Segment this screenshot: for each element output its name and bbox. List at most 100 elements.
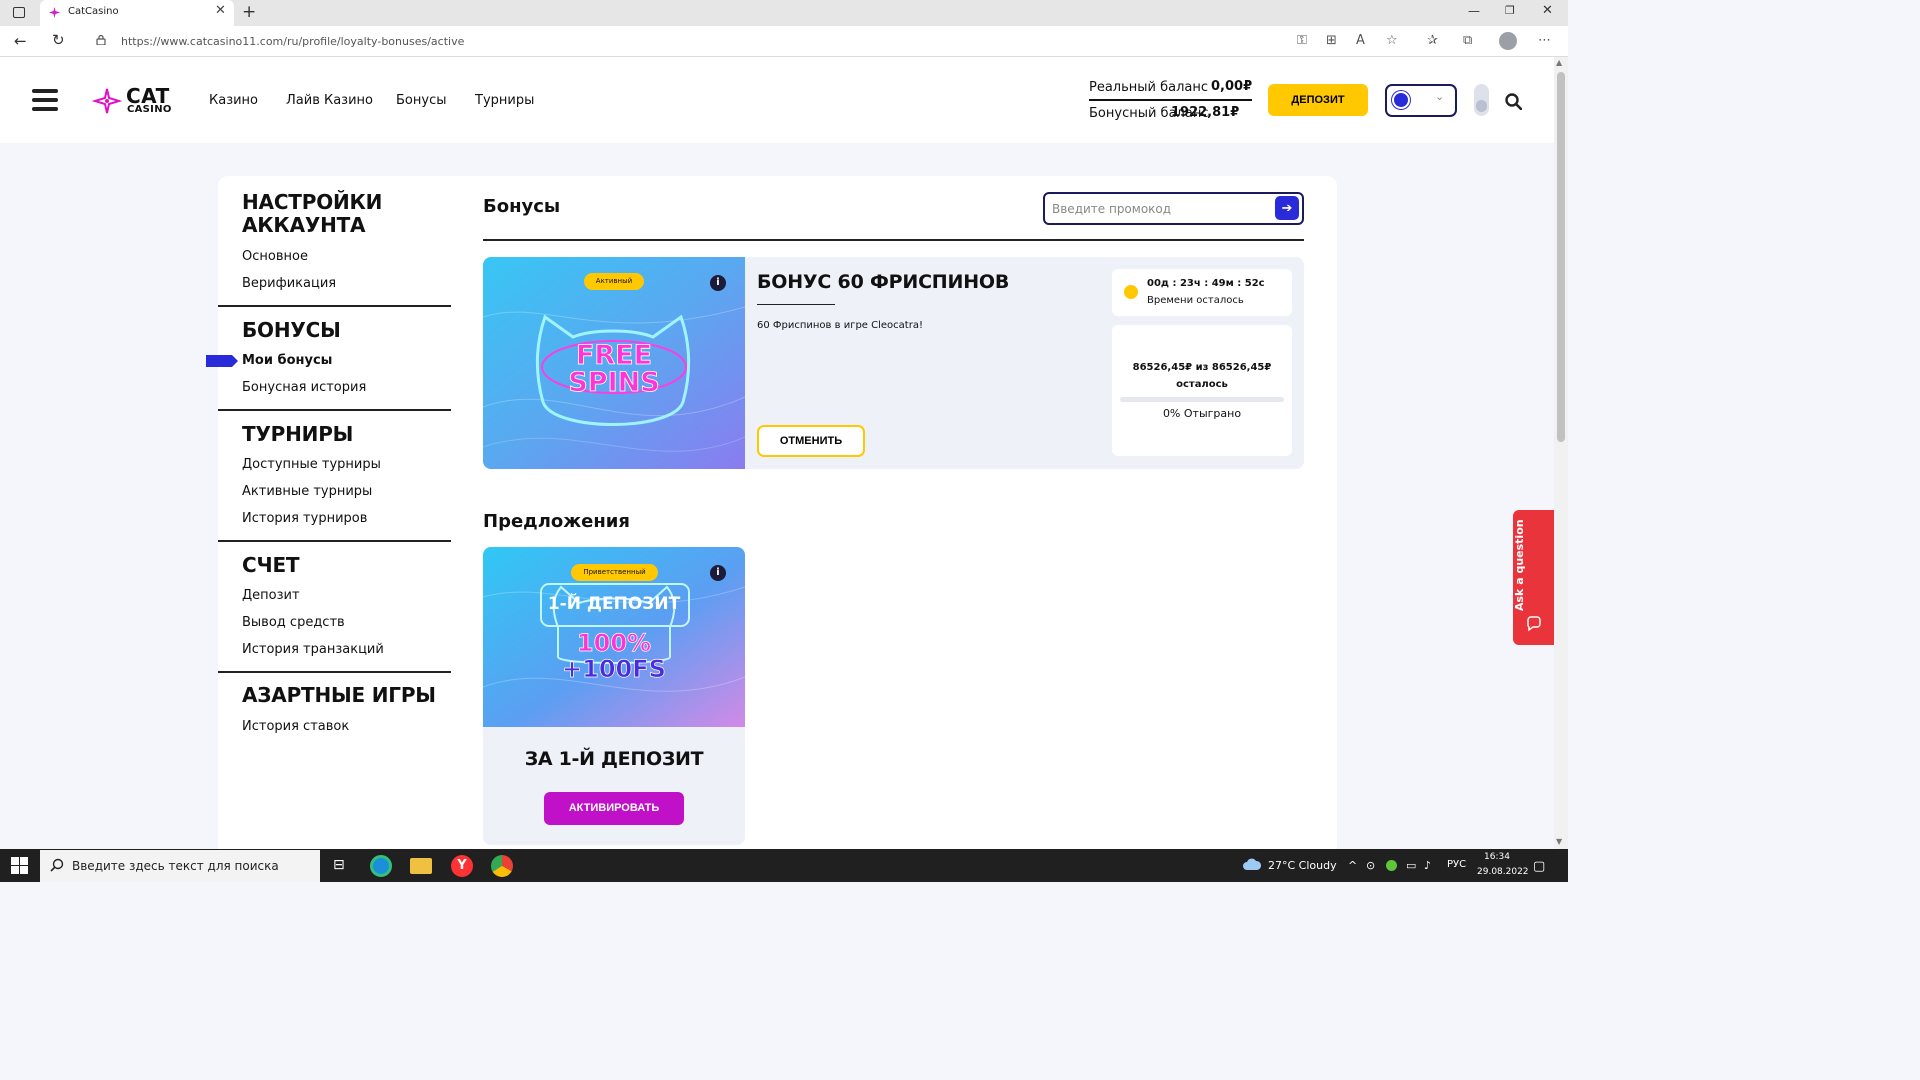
window-close-icon[interactable]: ✕ <box>1542 3 1553 18</box>
wager-amount: 86526,45₽ из 86526,45₽ осталось <box>1117 359 1287 393</box>
sidebar-item-bet-history[interactable]: История ставок <box>242 719 349 734</box>
taskbar-search-text[interactable]: Введите здесь текст для поиска <box>72 859 279 873</box>
clock-time[interactable]: 16:34 <box>1477 852 1517 862</box>
weather-text[interactable]: 27°C Cloudy <box>1268 859 1337 872</box>
deposit-button[interactable]: ДЕПОЗИТ <box>1268 84 1368 116</box>
yandex-browser-icon[interactable]: Y <box>451 855 473 877</box>
sidebar-divider <box>218 540 451 542</box>
scrollbar-thumb[interactable] <box>1557 72 1565 442</box>
wager-remaining-label: осталось <box>1176 379 1228 390</box>
browser-tabbar <box>0 0 1568 26</box>
welcome-badge: Приветственный <box>571 564 658 581</box>
volume-icon[interactable]: ♪ <box>1424 859 1431 872</box>
task-view-icon[interactable]: ⊟ <box>333 857 345 873</box>
nav-bonuses[interactable]: Бонусы <box>396 93 446 108</box>
clock-date[interactable]: 29.08.2022 <box>1477 867 1529 877</box>
real-balance-label: Реальный баланс <box>1089 80 1209 95</box>
tray-app-icon[interactable]: ⊙ <box>1366 859 1375 872</box>
notifications-icon[interactable]: ▢ <box>1533 859 1545 874</box>
chrome-icon[interactable] <box>491 855 513 877</box>
sidebar-item-available-tournaments[interactable]: Доступные турниры <box>242 457 381 472</box>
sidebar-divider <box>218 671 451 673</box>
search-icon[interactable] <box>1505 93 1522 110</box>
offers-title: Предложения <box>483 511 630 532</box>
offer-title: ЗА 1-Й ДЕПОЗИТ <box>524 748 704 770</box>
window-minimize-icon[interactable]: — <box>1468 4 1480 18</box>
read-aloud-icon[interactable]: A <box>1356 33 1365 48</box>
wager-amount-value: 86526,45₽ из 86526,45₽ <box>1132 362 1272 373</box>
sidebar-item-my-bonuses[interactable]: Мои бонусы <box>242 353 332 368</box>
collections-icon[interactable]: ⧉ <box>1463 33 1472 48</box>
language-flag-icon <box>1392 91 1410 109</box>
sidebar-item-withdrawal[interactable]: Вывод средств <box>242 615 345 630</box>
lock-icon[interactable] <box>96 34 106 45</box>
tab-close-icon[interactable]: ✕ <box>215 3 226 18</box>
sidebar-heading-account-settings: НАСТРОЙКИ АККАУНТА <box>242 190 383 237</box>
tab-title: CatCasino <box>68 6 119 17</box>
timer-box <box>1112 269 1292 316</box>
url-text[interactable]: https://www.catcasino11.com/ru/profile/l… <box>121 35 464 48</box>
favorites-icon[interactable]: ✰ <box>1427 33 1438 48</box>
wager-progress-bar <box>1120 397 1284 402</box>
tab-actions-icon[interactable] <box>13 7 25 18</box>
sidebar-divider <box>218 409 451 411</box>
active-status-badge: Активный <box>584 273 644 290</box>
back-icon[interactable]: ← <box>14 32 27 50</box>
input-language[interactable]: РУС <box>1447 859 1466 870</box>
sidebar-item-verification[interactable]: Верификация <box>242 276 336 291</box>
cancel-bonus-button[interactable]: ОТМЕНИТЬ <box>757 425 865 457</box>
sidebar-item-active-tournaments[interactable]: Активные турниры <box>242 484 372 499</box>
edge-icon[interactable] <box>370 855 392 877</box>
sidebar-heading-account: СЧЕТ <box>242 553 300 577</box>
windows-start-icon[interactable] <box>11 857 28 874</box>
title-divider <box>483 239 1304 241</box>
info-icon[interactable]: i <box>710 565 726 581</box>
window-restore-icon[interactable]: ❐ <box>1505 4 1515 17</box>
sidebar-item-general[interactable]: Основное <box>242 249 308 264</box>
tray-chevron-icon[interactable]: ^ <box>1348 859 1357 872</box>
nav-casino[interactable]: Казино <box>209 93 258 108</box>
scroll-up-icon[interactable]: ▲ <box>1556 58 1562 67</box>
chat-icon[interactable] <box>1526 616 1542 632</box>
activate-offer-button[interactable]: АКТИВИРОВАТЬ <box>544 792 684 825</box>
free-spins-image-text: SPINS <box>568 367 659 398</box>
profile-avatar-icon[interactable] <box>1499 32 1517 50</box>
menu-icon[interactable] <box>32 89 58 111</box>
sidebar-heading-gambling: АЗАРТНЫЕ ИГРЫ <box>242 683 436 707</box>
sidebar-divider <box>218 305 451 307</box>
timer-value: 00д : 23ч : 49м : 52с <box>1147 278 1265 289</box>
file-explorer-icon[interactable] <box>410 858 432 874</box>
cloud-icon <box>1243 858 1262 870</box>
promo-submit-button[interactable]: ➔ <box>1275 196 1299 220</box>
key-icon[interactable]: ⚿ <box>1297 33 1307 48</box>
clock-icon <box>1124 285 1138 299</box>
chevron-down-icon: ⌄ <box>1435 90 1445 103</box>
more-icon[interactable]: ⋯ <box>1538 33 1551 48</box>
real-balance-value: 0,00₽ <box>1211 79 1253 94</box>
bonus-balance-value: 1922,81₽ <box>1171 105 1240 120</box>
sidebar-item-transaction-history[interactable]: История транзакций <box>242 642 384 657</box>
reload-icon[interactable]: ↻ <box>52 31 65 49</box>
cat-casino-logo-icon[interactable] <box>92 86 122 116</box>
nav-live-casino[interactable]: Лайв Казино <box>286 93 373 108</box>
logo-subtext[interactable]: CASINO <box>127 104 172 115</box>
sidebar-item-tournament-history[interactable]: История турниров <box>242 511 367 526</box>
scroll-down-icon[interactable]: ▼ <box>1556 837 1562 846</box>
new-tab-icon[interactable]: + <box>242 2 256 22</box>
promo-code-input[interactable] <box>1052 200 1267 218</box>
balance-divider <box>1089 99 1252 101</box>
apps-icon[interactable]: ⊞ <box>1326 33 1337 48</box>
sidebar-item-deposit[interactable]: Депозит <box>242 588 300 603</box>
first-deposit-image-text: +100FS <box>562 655 666 683</box>
wager-played-label: 0% Отыграно <box>1162 407 1242 420</box>
network-icon[interactable]: ▭ <box>1406 859 1416 872</box>
nav-tournaments[interactable]: Турниры <box>475 93 534 108</box>
active-indicator-icon <box>206 355 238 367</box>
tray-app-icon[interactable] <box>1386 860 1397 871</box>
favorite-add-icon[interactable]: ☆ <box>1386 33 1398 48</box>
ask-question-label[interactable]: Ask a question <box>1513 510 1554 620</box>
sidebar-heading-tournaments: ТУРНИРЫ <box>242 422 354 446</box>
sidebar-item-bonus-history[interactable]: Бонусная история <box>242 380 366 395</box>
info-icon[interactable]: i <box>710 275 726 291</box>
first-deposit-image-text: 100% <box>577 629 651 657</box>
